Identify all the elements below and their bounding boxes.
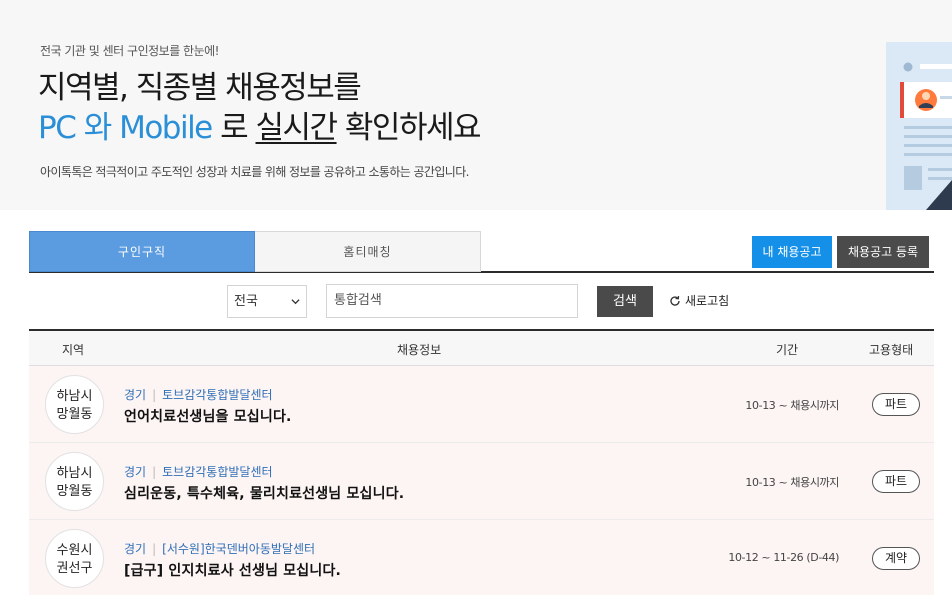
posting-center: 토브감각통합발달센터 [162, 388, 273, 402]
chevron-down-icon [291, 299, 300, 305]
posting-center: 토브감각통합발달센터 [162, 465, 273, 479]
board-tab-bar: 구인구직 홈티매칭 내 채용공고 채용공고 등록 [29, 231, 934, 273]
posting-title-link[interactable]: 심리운동, 특수체육, 물리치료선생님 모십니다. [124, 483, 404, 503]
posting-province: 경기 [124, 388, 147, 402]
hero-accent-text: PC 와 Mobile [38, 110, 213, 146]
region-district: 권선구 [56, 561, 93, 576]
posting-province: 경기 [124, 465, 147, 479]
header-region: 지역 [62, 343, 85, 357]
posting-title-link[interactable]: [급구] 인지치료사 선생님 모십니다. [124, 560, 341, 580]
region-district: 망월동 [56, 484, 93, 499]
posting-title-link[interactable]: 언어치료선생님을 모십니다. [124, 406, 292, 426]
region-city: 하남시 [56, 389, 93, 404]
region-city: 수원시 [56, 543, 93, 558]
posting-province: 경기 [124, 542, 147, 556]
refresh-icon [670, 295, 680, 306]
region-badge: 하남시 망월동 [45, 375, 104, 434]
table-row[interactable]: 하남시 망월동 경기 | 토브감각통합발달센터 언어치료선생님을 모십니다. 10-… [29, 366, 934, 443]
posting-category: 경기 | [서수원]한국덴버아동발달센터 [124, 542, 316, 556]
hero-banner: 전국 기관 및 센터 구인정보를 한눈에! 지역별, 직종별 채용정보를 PC … [0, 0, 952, 210]
posting-category: 경기 | 토브감각통합발달센터 [124, 465, 273, 479]
region-badge: 수원시 권선구 [45, 529, 104, 588]
hero-mid-text: 로 [211, 110, 256, 146]
hero-end-text: 확인하세요 [336, 110, 482, 146]
refresh-label: 새로고침 [685, 294, 730, 308]
region-city: 하남시 [56, 466, 93, 481]
employment-type-badge: 파트 [872, 393, 920, 416]
posting-category: 경기 | 토브감각통합발달센터 [124, 388, 273, 402]
region-select[interactable]: 전국 [227, 285, 307, 318]
header-job-info: 채용정보 [397, 343, 442, 357]
posting-center: [서수원]한국덴버아동발달센터 [162, 542, 316, 556]
refresh-button[interactable]: 새로고침 [669, 292, 729, 309]
header-period: 기간 [776, 343, 799, 357]
search-input[interactable]: 통합검색 [326, 284, 578, 318]
table-row[interactable]: 수원시 권선구 경기 | [서수원]한국덴버아동발달센터 [급구] 인지치료사 선생… [29, 520, 934, 595]
job-postings-table: 지역 채용정보 기간 고용형태 하남시 망월동 경기 | 토브감각통합발달센터 언어… [29, 329, 934, 595]
tab-job-search[interactable]: 구인구직 [29, 231, 255, 272]
search-button[interactable]: 검색 [597, 286, 653, 317]
region-badge: 하남시 망월동 [45, 452, 104, 511]
header-employment-type: 고용형태 [869, 343, 914, 357]
region-district: 망월동 [56, 407, 93, 422]
table-header: 지역 채용정보 기간 고용형태 [29, 329, 934, 366]
posting-period: 10-13 ~ 채용시까지 [745, 476, 839, 489]
posting-period: 10-13 ~ 채용시까지 [745, 399, 839, 412]
hero-headline-line2: PC 와 Mobile 로 실시간 확인하세요 [38, 102, 482, 147]
table-row[interactable]: 하남시 망월동 경기 | 토브감각통합발달센터 심리운동, 특수체육, 물리치료선생… [29, 443, 934, 520]
region-select-value: 전국 [234, 294, 258, 309]
employment-type-badge: 계약 [872, 547, 920, 570]
register-job-posting-button[interactable]: 채용공고 등록 [837, 236, 929, 268]
hero-subtitle: 전국 기관 및 센터 구인정보를 한눈에! [40, 44, 219, 58]
posting-period: 10-12 ~ 11-26 (D-44) [728, 551, 839, 564]
hero-headline-line1: 지역별, 직종별 채용정보를 [38, 70, 362, 106]
tab-home-therapy-matching[interactable]: 홈티매칭 [255, 231, 481, 272]
resume-illustration-icon [886, 42, 952, 210]
hero-underlined-text: 실시간 [255, 110, 339, 146]
hero-description: 아이톡톡은 적극적이고 주도적인 성장과 치료를 위해 정보를 공유하고 소통하… [40, 165, 469, 179]
my-job-postings-button[interactable]: 내 채용공고 [752, 236, 832, 268]
employment-type-badge: 파트 [872, 470, 920, 493]
